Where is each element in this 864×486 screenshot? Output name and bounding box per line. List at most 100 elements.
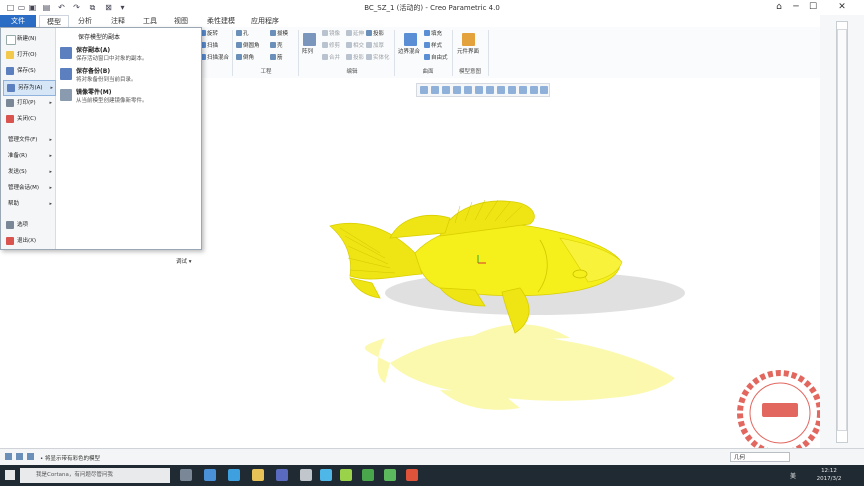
boundary-blend-button[interactable]: 边界混合 <box>398 49 420 56</box>
app-icon[interactable] <box>300 469 312 481</box>
trim-button[interactable]: 修剪 <box>322 42 340 50</box>
maximize-button[interactable]: ☐ <box>805 2 821 13</box>
revolve-button[interactable]: 旋转 <box>200 30 218 38</box>
menu-item-exit[interactable]: 退出(X) <box>3 234 54 248</box>
spin-center-icon[interactable] <box>530 86 538 94</box>
selection-filter-dropdown[interactable]: 几何 <box>730 452 790 462</box>
menu-item-manage-file[interactable]: 管理文件(F) ▸ <box>3 133 54 147</box>
start-icon[interactable] <box>5 470 15 480</box>
menu-item-close[interactable]: 关闭(C) <box>3 112 54 126</box>
pattern-icon[interactable] <box>303 33 316 46</box>
undo-icon[interactable]: ↶ <box>57 3 66 12</box>
tab-tools[interactable]: 工具 <box>136 15 164 27</box>
thicken-button[interactable]: 加厚 <box>366 42 384 50</box>
datum-display-icon[interactable] <box>508 86 516 94</box>
close-button[interactable]: ✕ <box>822 2 862 13</box>
mirror-button[interactable]: 镜像 <box>322 30 340 38</box>
display-style-icon[interactable] <box>464 86 472 94</box>
tab-annotate[interactable]: 注释 <box>104 15 132 27</box>
submenu-arrow-icon: ▸ <box>49 153 52 159</box>
ime-indicator[interactable]: 美 <box>790 471 796 480</box>
edge-browser-icon[interactable] <box>204 469 216 481</box>
rib-button[interactable]: 筋 <box>270 54 283 62</box>
graphics-viewport[interactable] <box>140 78 823 456</box>
menu-item-send[interactable]: 发送(S) ▸ <box>3 165 54 179</box>
zoom-in-icon[interactable] <box>431 86 439 94</box>
menu-item-options[interactable]: 选项 <box>3 218 54 232</box>
help-icon[interactable]: ⌂ <box>771 2 787 13</box>
saved-orientations-icon[interactable] <box>475 86 483 94</box>
boundary-blend-icon[interactable] <box>404 33 417 46</box>
menu-item-open[interactable]: 打开(O) <box>3 48 54 62</box>
shell-icon <box>270 42 276 48</box>
merge-button[interactable]: 合并 <box>322 54 340 62</box>
freestyle-button[interactable]: 自由式 <box>424 54 448 62</box>
scrollbar-thumb[interactable] <box>837 29 847 431</box>
model-tree-toggle-icon[interactable] <box>5 453 12 460</box>
file-explorer-icon[interactable] <box>252 469 264 481</box>
chamfer-button[interactable]: 倒角 <box>236 54 254 62</box>
tab-view[interactable]: 视图 <box>167 15 195 27</box>
camtasia-icon[interactable] <box>384 469 396 481</box>
new-icon[interactable]: □ <box>6 3 15 12</box>
save-icon[interactable]: ▣ <box>28 3 37 12</box>
wechat-icon[interactable] <box>340 469 352 481</box>
store-icon[interactable] <box>276 469 288 481</box>
repaint-icon[interactable] <box>453 86 461 94</box>
system-clock[interactable]: 12:12 2017/3/2 <box>804 467 854 483</box>
browser-toggle-icon[interactable] <box>16 453 23 460</box>
view-manager-icon[interactable] <box>486 86 494 94</box>
menu-item-help[interactable]: 帮助 ▸ <box>3 197 54 211</box>
view-settings-icon[interactable] <box>540 86 548 94</box>
printer-icon <box>6 99 14 107</box>
tab-analysis[interactable]: 分析 <box>70 15 100 27</box>
intersect-button[interactable]: 相交 <box>346 42 364 50</box>
component-interface-button[interactable]: 元件界面 <box>457 49 479 56</box>
round-button[interactable]: 倒圆角 <box>236 42 260 50</box>
minimize-button[interactable]: ─ <box>788 2 804 13</box>
recorder-icon[interactable] <box>406 469 418 481</box>
fill-button[interactable]: 填充 <box>424 30 442 38</box>
tab-file[interactable]: 文件 <box>0 15 36 27</box>
fullscreen-icon[interactable] <box>27 453 34 460</box>
tab-flexible-modeling[interactable]: 柔性建模 <box>200 15 242 27</box>
sweep-button[interactable]: 扫描 <box>200 42 218 50</box>
menu-item-manage-session[interactable]: 管理会话(M) ▸ <box>3 181 54 195</box>
pattern-button[interactable]: 阵列 <box>302 49 313 56</box>
extend-button[interactable]: 延伸 <box>346 30 364 38</box>
style-button[interactable]: 样式 <box>424 42 442 50</box>
open-icon[interactable]: ▭ <box>17 3 26 12</box>
tab-applications[interactable]: 应用程序 <box>246 15 284 27</box>
project-button[interactable]: 投影 <box>366 30 384 38</box>
perspective-icon[interactable] <box>497 86 505 94</box>
hole-button[interactable]: 孔 <box>236 30 249 38</box>
ie-browser-icon[interactable] <box>228 469 240 481</box>
menu-item-save-copy[interactable]: 保存副本(A) 保存活动窗口中对象的副本。 <box>58 44 198 64</box>
draft-button[interactable]: 拔模 <box>270 30 288 38</box>
menu-item-print[interactable]: 打印(P) ▸ <box>3 96 54 110</box>
regenerate-icon[interactable]: ▤ <box>42 3 51 12</box>
menu-item-new[interactable]: 新建(N) <box>3 32 54 46</box>
annotation-display-icon[interactable] <box>519 86 527 94</box>
redo-icon[interactable]: ↷ <box>72 3 81 12</box>
kugou-icon[interactable] <box>320 469 332 481</box>
task-view-icon[interactable] <box>180 469 192 481</box>
refit-icon[interactable] <box>420 86 428 94</box>
offset-button[interactable]: 投影 <box>346 54 364 62</box>
menu-item-save[interactable]: 保存(S) <box>3 64 54 78</box>
cortana-search-box[interactable]: 我是Cortana，有问题尽管问我 <box>20 468 170 483</box>
menu-item-save-as[interactable]: 另存为(A) ▸ <box>3 80 56 96</box>
qat-customize-icon[interactable]: ▾ <box>118 3 127 12</box>
swept-blend-button[interactable]: 扫描混合 <box>200 54 229 62</box>
solidify-button[interactable]: 实体化 <box>366 54 390 62</box>
debug-dropdown[interactable]: 调试 ▾ <box>176 257 192 265</box>
creo-icon[interactable] <box>362 469 374 481</box>
window-switch-icon[interactable]: ⧉ <box>88 3 97 12</box>
menu-item-mirror-part[interactable]: 镜像零件(M) 从当前模型创建镜像新零件。 <box>58 86 198 106</box>
menu-item-save-backup[interactable]: 保存备份(B) 将对象备份到当前目录。 <box>58 65 198 85</box>
zoom-out-icon[interactable] <box>442 86 450 94</box>
shell-button[interactable]: 壳 <box>270 42 283 50</box>
close-window-icon[interactable]: ⊠ <box>104 3 113 12</box>
component-interface-icon[interactable] <box>462 33 475 46</box>
menu-item-prepare[interactable]: 准备(R) ▸ <box>3 149 54 163</box>
